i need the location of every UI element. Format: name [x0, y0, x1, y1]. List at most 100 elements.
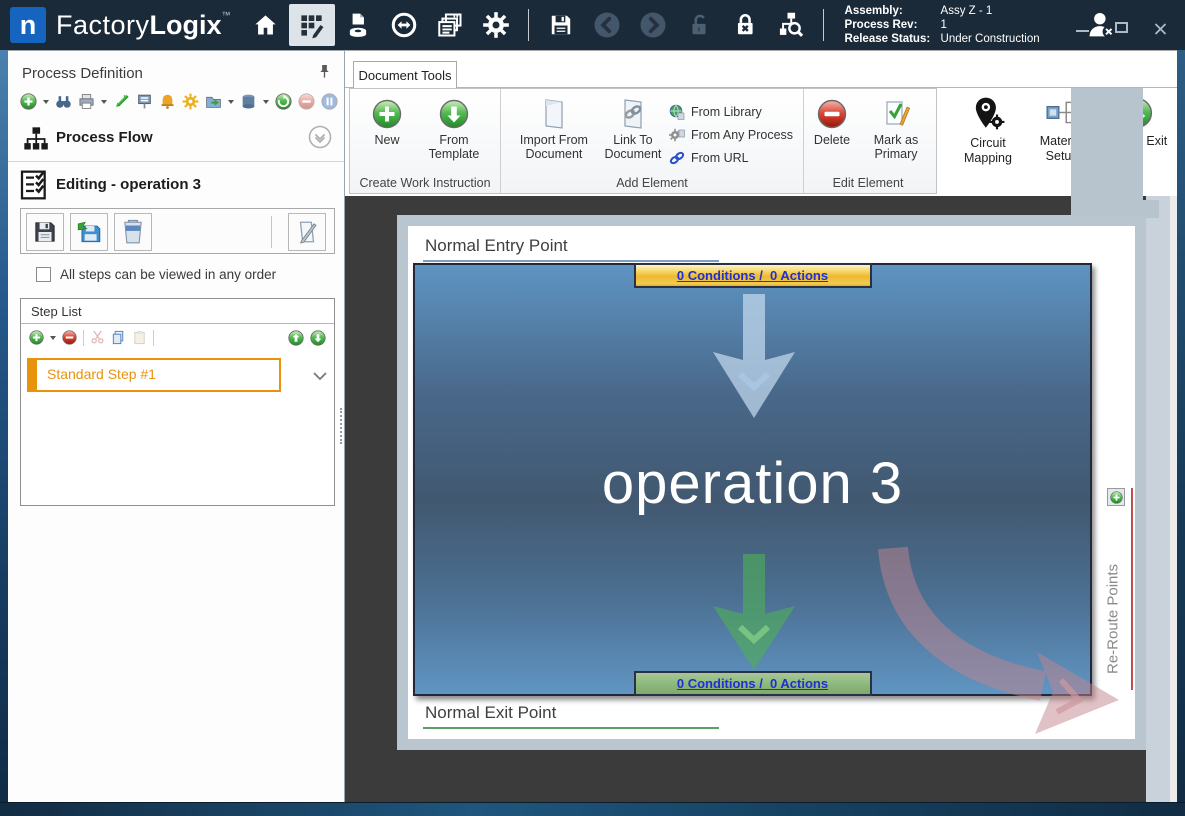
- deploy-button[interactable]: [136, 93, 153, 110]
- add-process-dropdown[interactable]: [43, 100, 49, 104]
- transfer-button[interactable]: [381, 4, 427, 46]
- add-step-button[interactable]: [29, 330, 44, 345]
- find-button[interactable]: [55, 93, 72, 110]
- gear-icon: [482, 11, 510, 39]
- remove-step-button[interactable]: [62, 330, 77, 345]
- process-rev-label: Process Rev:: [845, 18, 937, 32]
- copy-icon: [111, 330, 126, 345]
- print-dropdown[interactable]: [101, 100, 107, 104]
- settings-button[interactable]: [473, 4, 519, 46]
- pin-icon: [317, 63, 332, 80]
- paste-icon: [132, 330, 147, 345]
- floppy-import-icon: [76, 219, 102, 245]
- edit-step-button[interactable]: [288, 213, 326, 251]
- editing-label: Editing - operation 3: [56, 176, 201, 193]
- org-chart-icon: [22, 125, 50, 158]
- move-step-down-button[interactable]: [310, 330, 326, 346]
- delete-icon: [816, 98, 848, 130]
- delete-step-button[interactable]: [114, 213, 152, 251]
- process-audit-button[interactable]: [768, 4, 814, 46]
- add-process-button[interactable]: [20, 93, 37, 110]
- toolbar-separator: [271, 216, 272, 248]
- add-step-dropdown[interactable]: [50, 336, 56, 340]
- tab-document-tools[interactable]: Document Tools: [353, 61, 457, 88]
- entry-conditions-badge[interactable]: 0 Conditions / 0 Actions: [634, 263, 872, 288]
- swap-steps-button[interactable]: [113, 93, 130, 110]
- edit-document-icon: [294, 219, 320, 245]
- add-reroute-point-button[interactable]: [1107, 488, 1125, 506]
- from-any-process-item[interactable]: From Any Process: [669, 123, 793, 146]
- back-arrow-icon: [592, 10, 622, 40]
- print-button[interactable]: [78, 93, 95, 110]
- export-dropdown[interactable]: [228, 100, 234, 104]
- unlock-button[interactable]: [676, 4, 722, 46]
- forward-arrow-icon: [638, 10, 668, 40]
- binoculars-icon: [55, 93, 72, 110]
- group-create-work-instruction: New From Template Create Work Instructio…: [350, 89, 500, 193]
- export-button[interactable]: [205, 93, 222, 110]
- paste-step-button[interactable]: [132, 330, 147, 345]
- entry-underline: [423, 260, 719, 262]
- minimize-button[interactable]: [1076, 23, 1089, 32]
- circuit-mapping-button[interactable]: Circuit Mapping: [951, 96, 1025, 166]
- step-list-item-row: Standard Step #1: [21, 358, 334, 394]
- step-list-title: Step List: [21, 299, 334, 324]
- move-step-up-button[interactable]: [288, 330, 304, 346]
- any-order-label: All steps can be viewed in any order: [60, 267, 276, 282]
- pin-button[interactable]: [317, 63, 332, 85]
- from-library-item[interactable]: From Library: [669, 100, 793, 123]
- recycle-dropdown[interactable]: [263, 100, 269, 104]
- bell-icon: [159, 93, 176, 110]
- entry-badge-link[interactable]: 0 Conditions / 0 Actions: [677, 268, 828, 283]
- from-url-item[interactable]: From URL: [669, 146, 793, 169]
- save-step-button[interactable]: [26, 213, 64, 251]
- group-add-element: Import From Document Link To Document Fr…: [501, 89, 803, 193]
- maximize-button[interactable]: [1115, 22, 1128, 33]
- stop-icon: [298, 93, 315, 110]
- step-label: Standard Step #1: [47, 366, 156, 382]
- release-status-value: Under Construction: [941, 32, 1040, 46]
- step-expand-chevron[interactable]: [313, 368, 327, 386]
- add-icon: [1110, 491, 1123, 504]
- step-list-box: Step List Standard Step #1: [20, 298, 335, 506]
- exit-badge-link[interactable]: 0 Conditions / 0 Actions: [677, 676, 828, 691]
- home-button[interactable]: [243, 4, 289, 46]
- stop-button[interactable]: [298, 93, 315, 110]
- circuit-mapping-icon: [971, 96, 1005, 132]
- chevron-down-circle-icon: [308, 125, 332, 149]
- any-order-checkbox[interactable]: [36, 267, 51, 282]
- refresh-button[interactable]: [275, 93, 292, 110]
- forward-button[interactable]: [630, 4, 676, 46]
- operation-node[interactable]: operation 3 0 Conditions / 0 Actions 0 C…: [413, 263, 1092, 696]
- toolbar-separator: [153, 330, 154, 346]
- reports-button[interactable]: [427, 4, 473, 46]
- window-border-right: [1177, 50, 1185, 802]
- alerts-button[interactable]: [159, 93, 176, 110]
- import-step-button[interactable]: [70, 213, 108, 251]
- pause-button[interactable]: [321, 93, 338, 110]
- step-edit-toolbar: [20, 208, 335, 254]
- process-engineering-button[interactable]: [289, 4, 335, 46]
- recycle-button[interactable]: [240, 93, 257, 110]
- production-button[interactable]: [335, 4, 381, 46]
- collapse-section-button[interactable]: [308, 125, 332, 154]
- copy-step-button[interactable]: [111, 330, 126, 345]
- save-button[interactable]: [538, 4, 584, 46]
- template-download-icon: [438, 98, 470, 130]
- process-flow-row[interactable]: Process Flow: [8, 123, 344, 155]
- process-flow-label: Process Flow: [56, 129, 153, 146]
- panel-splitter[interactable]: [340, 408, 344, 444]
- ribbon-groups: New From Template Create Work Instructio…: [349, 88, 937, 194]
- close-button[interactable]: [1154, 22, 1167, 33]
- exit-conditions-badge[interactable]: 0 Conditions / 0 Actions: [634, 671, 872, 696]
- lock-discard-button[interactable]: [722, 4, 768, 46]
- exit-flow-arrow: [709, 554, 799, 670]
- step-item-standard-step-1[interactable]: Standard Step #1: [27, 358, 281, 392]
- back-button[interactable]: [584, 4, 630, 46]
- process-settings-button[interactable]: [182, 93, 199, 110]
- cut-step-button[interactable]: [90, 330, 105, 345]
- panel-title: Process Definition: [22, 65, 143, 82]
- unlock-icon: [686, 12, 712, 38]
- group-label: Add Element: [501, 176, 803, 190]
- windows-stack-icon: [436, 11, 464, 39]
